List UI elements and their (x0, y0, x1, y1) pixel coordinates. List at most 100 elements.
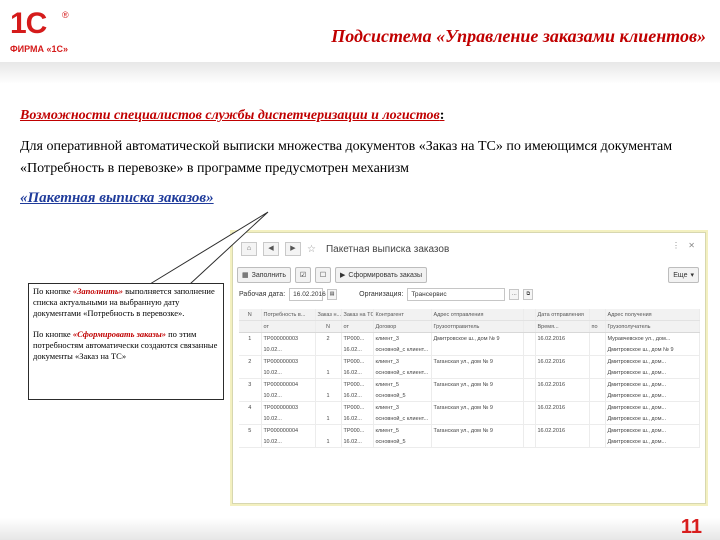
table-cell: Таганская ул., дом № 9 (431, 424, 524, 436)
table-cell: 10.02... (261, 436, 316, 448)
table-row[interactable]: 10.02... 1 16.02... основной_5 Дмитровское ш… (239, 436, 700, 448)
table-cell (589, 332, 606, 344)
column-header (523, 309, 536, 321)
table-cell (589, 344, 606, 356)
table-cell (523, 367, 536, 379)
table-cell: 4 (239, 401, 262, 413)
organization-label: Организация: (359, 290, 404, 298)
section-heading-text: Возможности специалистов службы диспетче… (20, 108, 440, 123)
back-arrow-icon[interactable]: ◀ (263, 242, 279, 256)
table-cell: основной_с клиент... (373, 413, 432, 425)
table-cell: 16.02... (341, 344, 374, 356)
table-cell: Дмитровское ш., дом... (605, 401, 700, 413)
column-header: Заказ н... (315, 309, 342, 321)
table-cell: ТР000... (341, 355, 374, 367)
table-cell: Дмитровское ш., дом № 9 (431, 332, 524, 344)
section-heading: Возможности специалистов службы диспетче… (20, 108, 444, 124)
table-cell (589, 355, 606, 367)
filter-bar: Рабочая дата: 16.02.2016 ▤ Организация: … (239, 287, 699, 301)
table-row[interactable]: 1 ТР000000003 2 ТР000... клиент_3 Дмитровское… (239, 332, 700, 344)
logo-subtitle: ФИРМА «1С» (10, 44, 69, 54)
select-all-icon[interactable]: ☑ (295, 267, 311, 283)
table-row[interactable]: 5 ТР000000004 ТР000... клиент_5 Таганская ул… (239, 424, 700, 436)
table-cell: 16.02.2016 (535, 355, 590, 367)
home-icon[interactable]: ⌂ (241, 242, 257, 256)
table-cell: клиент_5 (373, 424, 432, 436)
column-header: по (589, 320, 606, 333)
table-cell (431, 367, 524, 379)
table-cell: Таганская ул., дом № 9 (431, 378, 524, 390)
window-titlebar: ⌂ ◀ ▶ ☆ Пакетная выписка заказов (241, 241, 449, 257)
table-cell: основной_с клиент... (373, 367, 432, 379)
table-cell (239, 436, 262, 448)
logo-mark: 1С (10, 7, 47, 40)
choose-icon[interactable]: … (509, 288, 520, 300)
column-header: Контрагент (373, 309, 432, 321)
table-cell: 1 (315, 390, 342, 402)
organization-field[interactable]: Трансервис (407, 287, 506, 301)
table-cell: Муравчевское ул., дом... (605, 332, 700, 344)
table-cell: 16.02.2016 (535, 401, 590, 413)
play-icon: ▶ (340, 272, 346, 279)
column-header: от (341, 320, 374, 333)
table-cell: Дмитровское ш., дом... (605, 436, 700, 448)
company-logo: 1С ® ФИРМА «1С» (10, 8, 80, 60)
batch-orders-link[interactable]: «Пакетная выписка заказов» (20, 190, 214, 207)
table-cell: 16.02... (341, 367, 374, 379)
chevron-down-icon: ▾ (690, 272, 694, 279)
footer-band (0, 518, 720, 540)
column-header: N (315, 320, 342, 333)
open-icon[interactable]: ⧉ (523, 288, 534, 300)
orders-table: N Потребность в... Заказ н... Заказ на ТС Ко… (239, 309, 700, 448)
table-cell: основной_5 (373, 390, 432, 402)
table-cell (239, 413, 262, 425)
more-button[interactable]: Еще ▾ (668, 267, 699, 283)
close-icon[interactable]: ✕ (688, 241, 695, 250)
page-number: 11 (680, 516, 702, 538)
forward-arrow-icon[interactable]: ▶ (285, 242, 301, 256)
column-header: от (261, 320, 316, 333)
table-cell (523, 355, 536, 367)
table-header-row: от Nот Договор Грузоотправитель Время... по Гр… (239, 320, 700, 333)
column-header: Грузополучатель (605, 320, 700, 333)
table-row[interactable]: 10.02... 1 16.02... основной_с клиент... Дми… (239, 413, 700, 425)
form-orders-button[interactable]: ▶ Сформировать заказы (335, 267, 428, 283)
fill-button[interactable]: ▦ Заполнить (237, 267, 291, 283)
table-cell: Таганская ул., дом № 9 (431, 401, 524, 413)
slide-title: Подсистема «Управление заказами клиентов… (331, 26, 706, 46)
table-cell: 10.02... (261, 390, 316, 402)
table-cell: Дмитровское ш., дом № 9 (605, 344, 700, 356)
column-header (589, 309, 606, 321)
table-cell: клиент_3 (373, 355, 432, 367)
table-cell (535, 344, 590, 356)
table-row[interactable]: 10.02... 1 16.02... основной_с клиент... Дми… (239, 367, 700, 379)
table-row[interactable]: 10.02... 1 16.02... основной_5 Дмитровское ш… (239, 390, 700, 402)
table-cell (239, 344, 262, 356)
table-cell: Дмитровское ш., дом... (605, 424, 700, 436)
more-menu-icon[interactable]: ⋮ (672, 241, 681, 250)
table-row[interactable]: 2 ТР000000003 ТР000... клиент_3 Таганская ул… (239, 355, 700, 367)
table-cell: основной_с клиент... (373, 344, 432, 356)
table-cell (239, 390, 262, 402)
table-cell (523, 332, 536, 344)
table-cell (535, 390, 590, 402)
table-cell: 16.02... (341, 413, 374, 425)
table-cell (523, 424, 536, 436)
table-cell: 16.02... (341, 436, 374, 448)
table-cell: 1 (239, 332, 262, 344)
section-heading-colon: : (439, 108, 445, 123)
date-field[interactable]: 16.02.2016 (289, 287, 326, 301)
favorite-star-icon[interactable]: ☆ (307, 244, 316, 255)
deselect-all-icon[interactable]: ☐ (315, 267, 331, 283)
fill-button-label: Заполнить (251, 271, 286, 279)
table-cell: ТР000... (341, 378, 374, 390)
table-cell (315, 401, 342, 413)
table-row[interactable]: 10.02... 16.02... основной_с клиент... Дмит… (239, 344, 700, 356)
table-cell: клиент_3 (373, 401, 432, 413)
table-cell (589, 367, 606, 379)
column-header: Дата отправления (535, 309, 590, 321)
table-row[interactable]: 3 ТР000000004 ТР000... клиент_5 Таганская ул… (239, 378, 700, 390)
calendar-icon[interactable]: ▤ (327, 288, 338, 300)
table-cell: ТР000000003 (261, 355, 316, 367)
table-row[interactable]: 4 ТР000000003 ТР000... клиент_3 Таганская ул… (239, 401, 700, 413)
